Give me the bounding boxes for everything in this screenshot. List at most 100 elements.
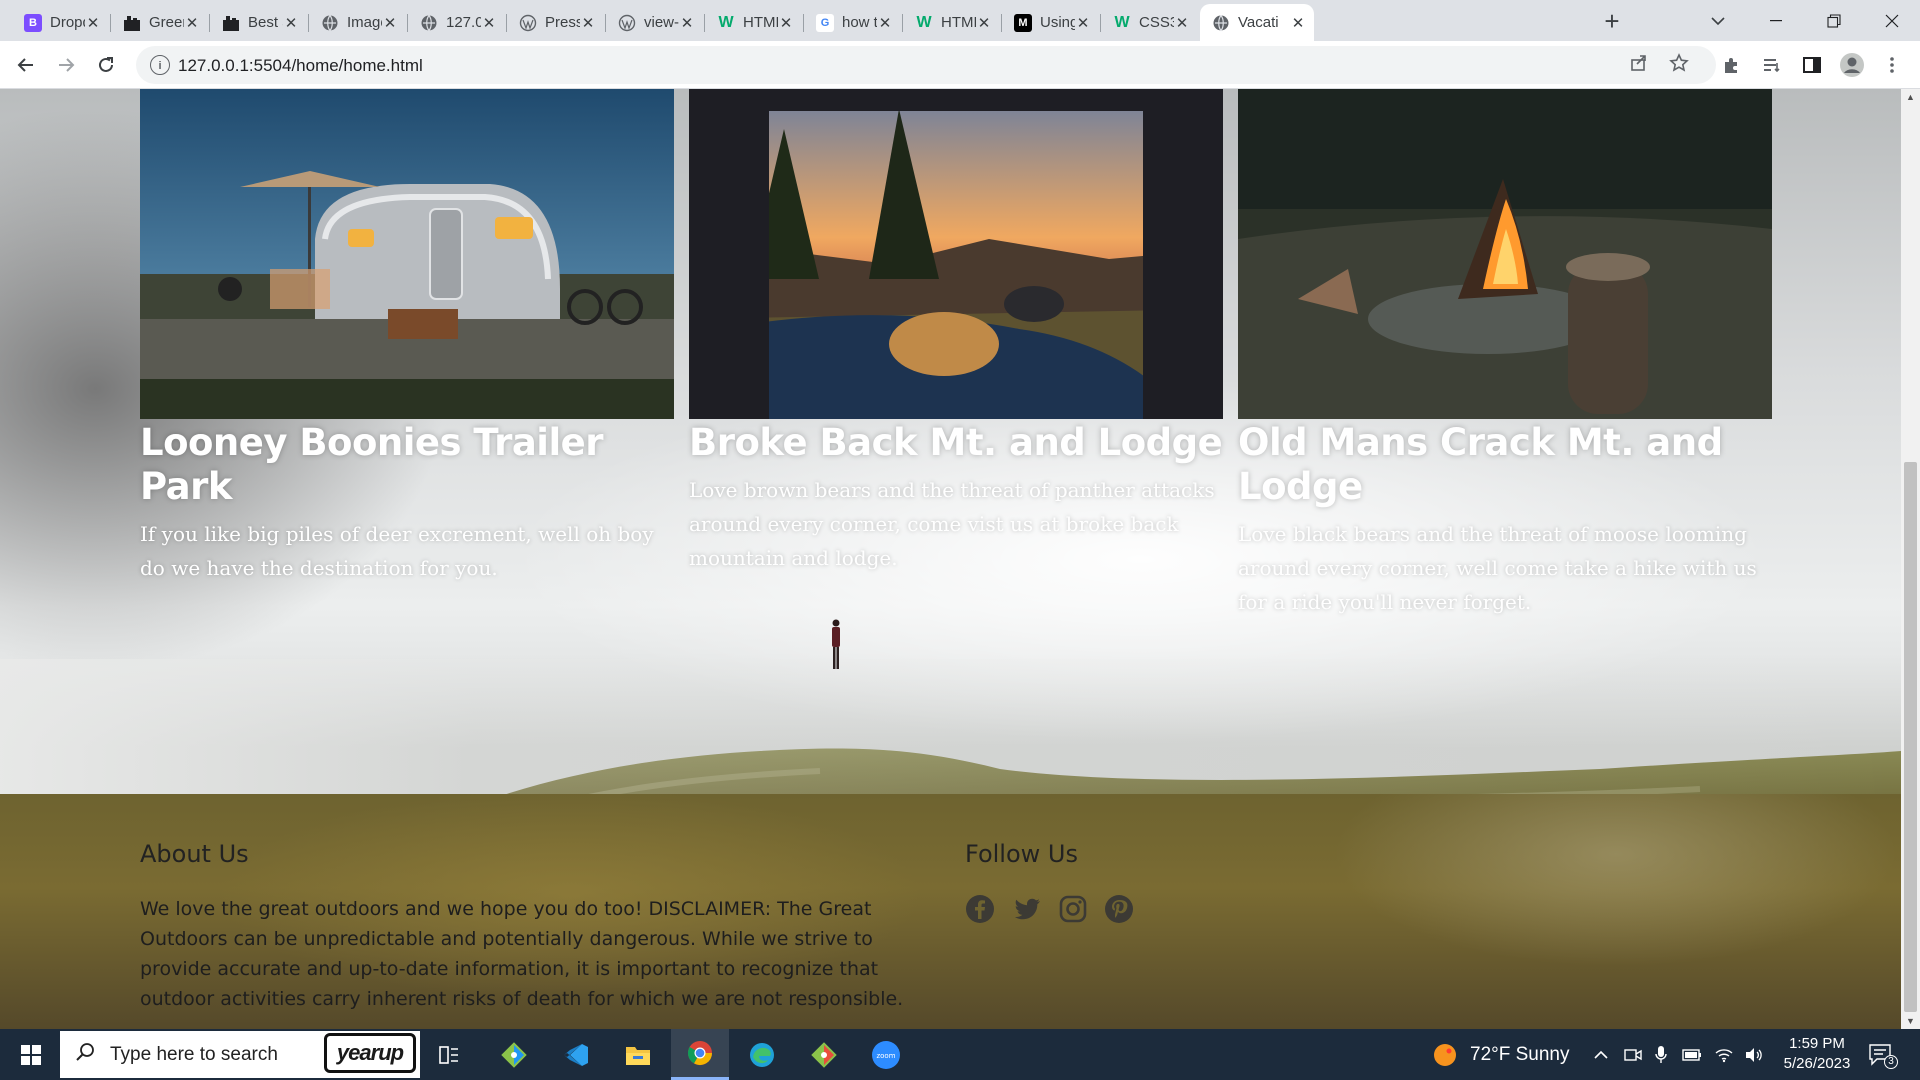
close-tab-icon[interactable]: ✕ bbox=[976, 14, 992, 32]
close-window-button[interactable] bbox=[1864, 0, 1920, 41]
card-title: Broke Back Mt. and Lodge bbox=[689, 421, 1223, 464]
tab-title: CSS3 ( bbox=[1139, 14, 1174, 31]
show-hidden-icons-chevron-icon[interactable] bbox=[1594, 1029, 1608, 1080]
browser-tab[interactable]: view-s✕ bbox=[606, 4, 703, 41]
close-tab-icon[interactable]: ✕ bbox=[1290, 14, 1306, 32]
git-app-icon[interactable] bbox=[485, 1029, 543, 1080]
tab-title: HTML bbox=[743, 14, 778, 31]
wifi-icon[interactable] bbox=[1714, 1029, 1734, 1080]
browser-toolbar: i 127.0.0.1:5504/home/home.html bbox=[0, 41, 1920, 89]
follow-heading: Follow Us bbox=[965, 840, 1078, 868]
extensions-icon[interactable] bbox=[1718, 51, 1746, 79]
bookmark-star-icon[interactable] bbox=[1666, 53, 1692, 79]
browser-tab[interactable]: Image✕ bbox=[309, 4, 406, 41]
w3schools-favicon-icon: W bbox=[916, 13, 932, 31]
system-clock[interactable]: 1:59 PM 5/26/2023 bbox=[1762, 1034, 1872, 1074]
zoom-icon[interactable]: zoom bbox=[857, 1029, 915, 1080]
twitter-icon[interactable] bbox=[1012, 894, 1042, 924]
clock-date: 5/26/2023 bbox=[1783, 1055, 1851, 1072]
yearup-logo[interactable]: yearup bbox=[324, 1033, 416, 1073]
tab-title: Using bbox=[1040, 14, 1075, 31]
close-tab-icon[interactable]: ✕ bbox=[85, 14, 101, 32]
start-button[interactable] bbox=[8, 1037, 54, 1073]
close-tab-icon[interactable]: ✕ bbox=[382, 14, 398, 32]
minimize-button[interactable] bbox=[1748, 0, 1804, 41]
profile-avatar[interactable] bbox=[1838, 51, 1866, 79]
google-favicon-icon: G bbox=[816, 13, 834, 32]
instagram-icon[interactable] bbox=[1058, 894, 1088, 924]
close-tab-icon[interactable]: ✕ bbox=[778, 14, 794, 32]
share-icon[interactable] bbox=[1626, 53, 1652, 79]
browser-tab[interactable]: W HTML✕ bbox=[705, 4, 802, 41]
destination-card: Looney Boonies Trailer Park If you like … bbox=[140, 89, 674, 585]
about-text: We love the great outdoors and we hope y… bbox=[140, 898, 904, 1010]
close-tab-icon[interactable]: ✕ bbox=[481, 14, 497, 32]
card-title: Old Mans Crack Mt. and Lodge bbox=[1238, 421, 1723, 508]
tab-title: how tc bbox=[842, 14, 877, 31]
vscode-icon[interactable] bbox=[547, 1029, 605, 1080]
tab-title: 127.0. bbox=[446, 14, 481, 31]
close-tab-icon[interactable]: ✕ bbox=[283, 14, 299, 32]
tab-strip: BDropd✕Green✕Best 5✕Image✕127.0.✕Pressc✕… bbox=[0, 0, 1920, 41]
browser-tab[interactable]: Green✕ bbox=[111, 4, 208, 41]
browser-tab[interactable]: Ghow tc✕ bbox=[804, 4, 901, 41]
destination-card: Broke Back Mt. and Lodge Love brown bear… bbox=[689, 89, 1223, 575]
browser-tab[interactable]: 127.0.✕ bbox=[408, 4, 505, 41]
forward-button[interactable] bbox=[52, 51, 80, 79]
tab-title: Image bbox=[347, 14, 382, 31]
tab-search-button[interactable] bbox=[1690, 0, 1746, 41]
reload-button[interactable] bbox=[92, 51, 120, 79]
close-tab-icon[interactable]: ✕ bbox=[580, 14, 596, 32]
search-icon bbox=[60, 1042, 110, 1068]
file-explorer-icon[interactable] bbox=[609, 1029, 667, 1080]
scrollbar-thumb[interactable] bbox=[1904, 462, 1917, 1012]
address-url[interactable]: 127.0.0.1:5504/home/home.html bbox=[178, 56, 423, 76]
browser-tab[interactable]: Vacati ✕ bbox=[1200, 4, 1314, 41]
document-favicon-icon bbox=[123, 14, 141, 32]
task-view-icon[interactable] bbox=[420, 1029, 478, 1080]
new-tab-button[interactable]: + bbox=[1597, 6, 1627, 36]
git-kraken-icon[interactable] bbox=[795, 1029, 853, 1080]
meet-now-icon[interactable] bbox=[1624, 1029, 1642, 1080]
pinterest-icon[interactable] bbox=[1104, 894, 1134, 924]
close-tab-icon[interactable]: ✕ bbox=[184, 14, 200, 32]
close-tab-icon[interactable]: ✕ bbox=[877, 14, 893, 32]
close-tab-icon[interactable]: ✕ bbox=[1075, 14, 1091, 32]
browser-tab[interactable]: Pressc✕ bbox=[507, 4, 604, 41]
address-bar[interactable]: i 127.0.0.1:5504/home/home.html bbox=[136, 46, 1716, 84]
mountain-lodge-photo bbox=[689, 89, 1223, 419]
globe-favicon-icon bbox=[1212, 14, 1230, 32]
browser-tab[interactable]: W CSS3 (✕ bbox=[1101, 4, 1198, 41]
site-info-icon[interactable]: i bbox=[150, 55, 170, 75]
destination-card: Old Mans Crack Mt. and Lodge Love black … bbox=[1238, 89, 1772, 619]
browser-tab[interactable]: M Using ✕ bbox=[1002, 4, 1099, 41]
back-button[interactable] bbox=[12, 51, 40, 79]
browser-tab[interactable]: W HTML✕ bbox=[903, 4, 1000, 41]
browser-tab[interactable]: B Dropd✕ bbox=[12, 4, 109, 41]
close-tab-icon[interactable]: ✕ bbox=[1174, 14, 1190, 32]
restore-button[interactable] bbox=[1806, 0, 1862, 41]
weather-widget[interactable]: 72°F Sunny bbox=[1432, 1029, 1570, 1080]
menu-kebab-icon[interactable] bbox=[1878, 51, 1906, 79]
microphone-icon[interactable] bbox=[1654, 1029, 1668, 1080]
scroll-down-arrow[interactable]: ▼ bbox=[1901, 1013, 1920, 1029]
edge-icon[interactable] bbox=[733, 1029, 791, 1080]
battery-icon[interactable] bbox=[1682, 1029, 1702, 1080]
side-panel-icon[interactable] bbox=[1798, 51, 1826, 79]
hiker-figure bbox=[832, 619, 840, 669]
page-footer: About Us We love the great outdoors and … bbox=[0, 794, 1901, 1029]
reading-list-icon[interactable] bbox=[1758, 51, 1786, 79]
notifications-icon[interactable]: 3 bbox=[1868, 1029, 1898, 1080]
page-scrollbar[interactable]: ▲ ▼ bbox=[1901, 89, 1920, 1029]
chrome-icon[interactable] bbox=[671, 1029, 729, 1080]
tab-title: HTML bbox=[941, 14, 976, 31]
browser-tab[interactable]: Best 5✕ bbox=[210, 4, 307, 41]
close-tab-icon[interactable]: ✕ bbox=[679, 14, 695, 32]
tab-title: Dropd bbox=[50, 14, 85, 31]
volume-icon[interactable] bbox=[1744, 1029, 1764, 1080]
scroll-up-arrow[interactable]: ▲ bbox=[1901, 89, 1920, 105]
facebook-icon[interactable] bbox=[965, 894, 995, 924]
w3schools-favicon-icon: W bbox=[1114, 13, 1130, 31]
sun-icon bbox=[1434, 1043, 1456, 1066]
card-description: Love black bears and the threat of moose… bbox=[1238, 522, 1757, 614]
